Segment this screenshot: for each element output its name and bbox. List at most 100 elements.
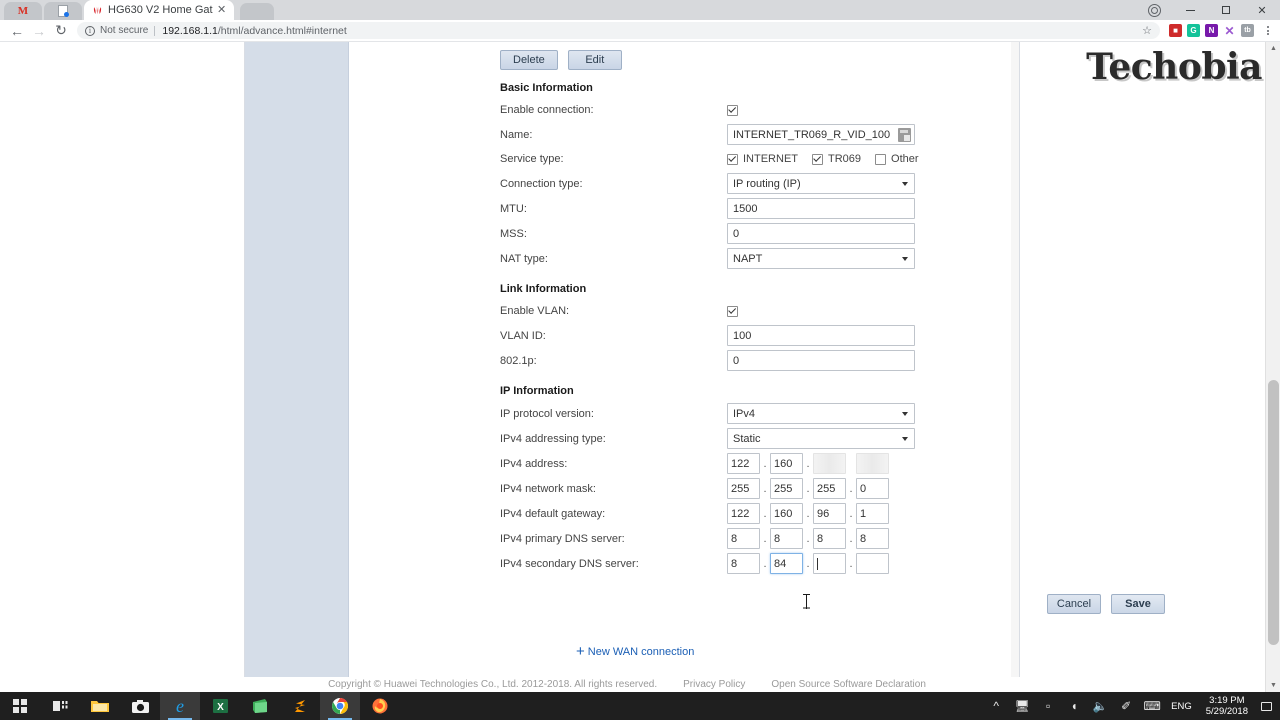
service-tr069-checkbox[interactable] (812, 153, 823, 165)
address-bar[interactable]: i Not secure 192.168.1.1/html/advance.ht… (77, 22, 1160, 39)
field-enable-connection: Enable connection: (500, 98, 1019, 122)
ipv4-addressing-type-select[interactable]: Static (727, 428, 915, 449)
chrome-icon (332, 698, 348, 714)
mtu-input[interactable]: 1500 (727, 198, 915, 219)
wifi-icon[interactable]: ◖ (1061, 692, 1087, 720)
delete-button[interactable]: Delete (500, 50, 558, 70)
ipv4-primary-dns-octet-3[interactable]: 8 (813, 528, 846, 549)
new-tab-button[interactable] (240, 3, 274, 20)
ipv4-address-octet-3[interactable] (813, 453, 846, 474)
forward-button[interactable]: → (28, 21, 50, 41)
start-button[interactable] (0, 692, 40, 720)
tab-document[interactable] (44, 2, 82, 20)
sublime-app-button[interactable] (280, 692, 320, 720)
ipv4-network-mask-octet-4[interactable]: 0 (856, 478, 889, 499)
firefox-browser-button[interactable] (360, 692, 400, 720)
save-icon[interactable] (898, 128, 911, 142)
field-ip-protocol-version: IP protocol version: IPv4 (500, 401, 1019, 426)
profile-button[interactable] (1136, 0, 1172, 20)
enable-connection-checkbox[interactable] (727, 104, 738, 116)
excel-app-button[interactable]: X (200, 692, 240, 720)
tray-expand-icon[interactable]: ^ (983, 692, 1009, 720)
save-button[interactable]: Save (1111, 594, 1165, 614)
chrome-browser-button[interactable] (320, 692, 360, 720)
notification-button[interactable] (1256, 692, 1276, 720)
field-dot1p: 802.1p: 0 (500, 348, 1019, 373)
scrollbar-thumb[interactable] (1268, 380, 1279, 645)
language-indicator[interactable]: ENG (1165, 701, 1198, 712)
ipv4-address-octet-4[interactable] (856, 453, 889, 474)
ipv4-default-gateway-octet-2[interactable]: 160 (770, 503, 803, 524)
volume-icon[interactable]: 🔈 (1087, 692, 1113, 720)
octet-separator: . (849, 507, 853, 520)
inner-scrollbar[interactable] (1011, 42, 1019, 677)
ipv4-network-mask-octet-2[interactable]: 255 (770, 478, 803, 499)
lastpass-extension-icon[interactable]: tb (1241, 24, 1254, 37)
name-input[interactable]: INTERNET_TR069_R_VID_100 (727, 124, 915, 145)
grammarly-extension-icon[interactable]: G (1187, 24, 1200, 37)
service-internet-checkbox[interactable] (727, 153, 738, 165)
ipv4-secondary-dns-octet-1[interactable]: 8 (727, 553, 760, 574)
ipv4-primary-dns-octet-1[interactable]: 8 (727, 528, 760, 549)
enable-vlan-checkbox[interactable] (727, 305, 738, 317)
network-monitor-icon[interactable]: 🖥 (1009, 692, 1035, 720)
pen-extension-icon[interactable]: ✕ (1223, 24, 1236, 38)
dot1p-input[interactable]: 0 (727, 350, 915, 371)
ipv4-secondary-dns-octet-4[interactable] (856, 553, 889, 574)
vlan-id-input[interactable]: 100 (727, 325, 915, 346)
tab-title: HG630 V2 Home Gatewa (108, 4, 213, 16)
connection-type-select[interactable]: IP routing (IP) (727, 173, 915, 194)
new-wan-connection-link[interactable]: + New WAN connection (576, 644, 1019, 659)
open-source-declaration-link[interactable]: Open Source Software Declaration (771, 679, 926, 690)
adblock-extension-icon[interactable]: ■ (1169, 24, 1182, 37)
nat-type-select[interactable]: NAPT (727, 248, 915, 269)
ipv4-default-gateway-octet-1[interactable]: 122 (727, 503, 760, 524)
ipv4-address-octet-1[interactable]: 122 (727, 453, 760, 474)
field-connection-type: Connection type: IP routing (IP) (500, 171, 1019, 196)
label-connection-type: Connection type: (500, 177, 583, 190)
close-window-button[interactable]: ✕ (1244, 0, 1280, 20)
keyboard-icon[interactable]: ⌨ (1139, 692, 1165, 720)
bookmark-star-icon[interactable]: ☆ (1142, 24, 1152, 37)
task-view-button[interactable] (40, 692, 80, 720)
notes-app-button[interactable] (240, 692, 280, 720)
pen-icon[interactable]: ✐ (1113, 692, 1139, 720)
maximize-button[interactable] (1208, 0, 1244, 20)
ipv4-primary-dns-octet-2[interactable]: 8 (770, 528, 803, 549)
ipv4-network-mask-octet-3[interactable]: 255 (813, 478, 846, 499)
camera-app-button[interactable] (120, 692, 160, 720)
close-icon[interactable]: ✕ (217, 4, 226, 16)
ip-protocol-version-select[interactable]: IPv4 (727, 403, 915, 424)
battery-icon[interactable]: ▫ (1035, 692, 1061, 720)
page-scrollbar[interactable]: ▲ ▼ (1265, 42, 1280, 692)
service-other-checkbox[interactable] (875, 153, 887, 165)
clock[interactable]: 3:19 PM 5/29/2018 (1198, 695, 1256, 717)
onenote-extension-icon[interactable]: N (1205, 24, 1218, 37)
security-label: Not secure (100, 25, 149, 36)
ipv4-secondary-dns-octet-3[interactable] (813, 553, 846, 574)
tab-hg630-active[interactable]: HG630 V2 Home Gatewa ✕ (84, 0, 234, 20)
scroll-down-arrow[interactable]: ▼ (1266, 679, 1280, 692)
ipv4-address-octet-2[interactable]: 160 (770, 453, 803, 474)
tab-gmail[interactable]: M (4, 2, 42, 20)
edit-button[interactable]: Edit (567, 50, 622, 70)
back-button[interactable]: ← (6, 21, 28, 41)
ipv4-default-gateway-octet-3[interactable]: 96 (813, 503, 846, 524)
privacy-policy-link[interactable]: Privacy Policy (683, 679, 745, 690)
ipv4-network-mask-octet-1[interactable]: 255 (727, 478, 760, 499)
file-explorer-button[interactable] (80, 692, 120, 720)
info-icon[interactable]: i (85, 25, 95, 36)
reload-button[interactable]: ↻ (50, 21, 72, 41)
chrome-menu-icon[interactable] (1262, 26, 1274, 35)
edge-browser-button[interactable]: e (160, 692, 200, 720)
minimize-button[interactable] (1172, 0, 1208, 20)
ipv4-primary-dns-octet-4[interactable]: 8 (856, 528, 889, 549)
scroll-up-arrow[interactable]: ▲ (1266, 42, 1280, 55)
label-mtu: MTU: (500, 202, 527, 215)
ipv4-default-gateway-octet-4[interactable]: 1 (856, 503, 889, 524)
ipv4-secondary-dns-octet-2[interactable]: 84 (770, 553, 803, 574)
octet-separator: . (849, 557, 853, 570)
mss-input[interactable]: 0 (727, 223, 915, 244)
cancel-button[interactable]: Cancel (1047, 594, 1101, 614)
octet-separator: . (763, 507, 767, 520)
